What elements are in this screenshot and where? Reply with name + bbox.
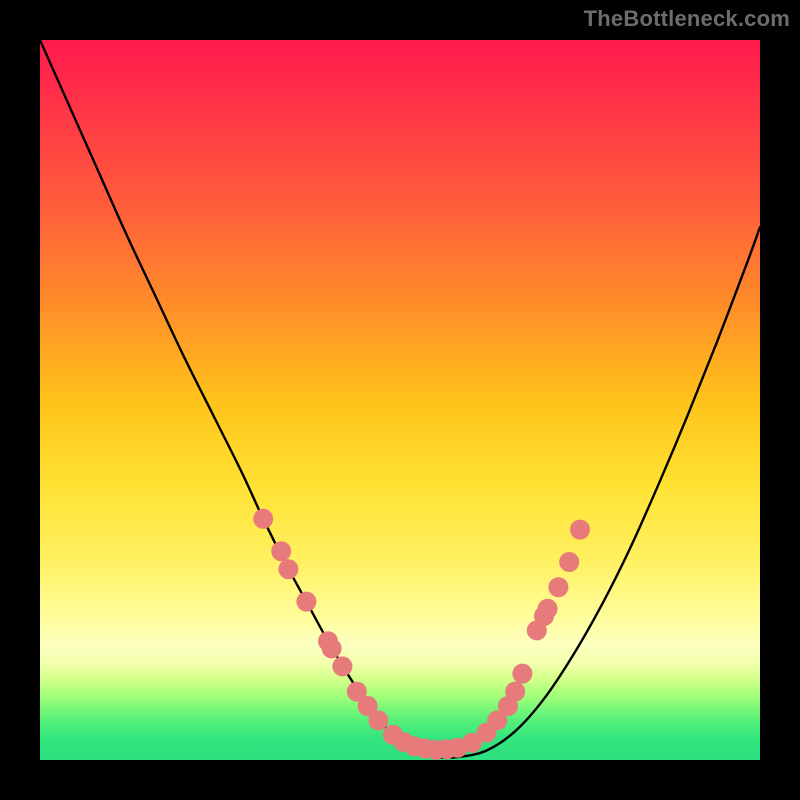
curve-dot xyxy=(271,541,291,561)
curve-dot xyxy=(253,509,273,529)
curve-dot xyxy=(332,656,352,676)
curve-dot xyxy=(278,559,298,579)
curve-dot xyxy=(296,592,316,612)
bottleneck-chart xyxy=(40,40,760,760)
curve-dot xyxy=(368,710,388,730)
curve-dot xyxy=(570,520,590,540)
curve-dot xyxy=(505,682,525,702)
curve-dot xyxy=(548,577,568,597)
plot-area xyxy=(40,40,760,760)
chart-stage: TheBottleneck.com xyxy=(0,0,800,800)
curve-dot xyxy=(538,599,558,619)
watermark-label: TheBottleneck.com xyxy=(584,6,790,32)
curve-dot xyxy=(322,638,342,658)
bottleneck-curve xyxy=(40,40,760,758)
curve-dot xyxy=(559,552,579,572)
curve-dots xyxy=(253,509,590,760)
curve-dot xyxy=(512,664,532,684)
